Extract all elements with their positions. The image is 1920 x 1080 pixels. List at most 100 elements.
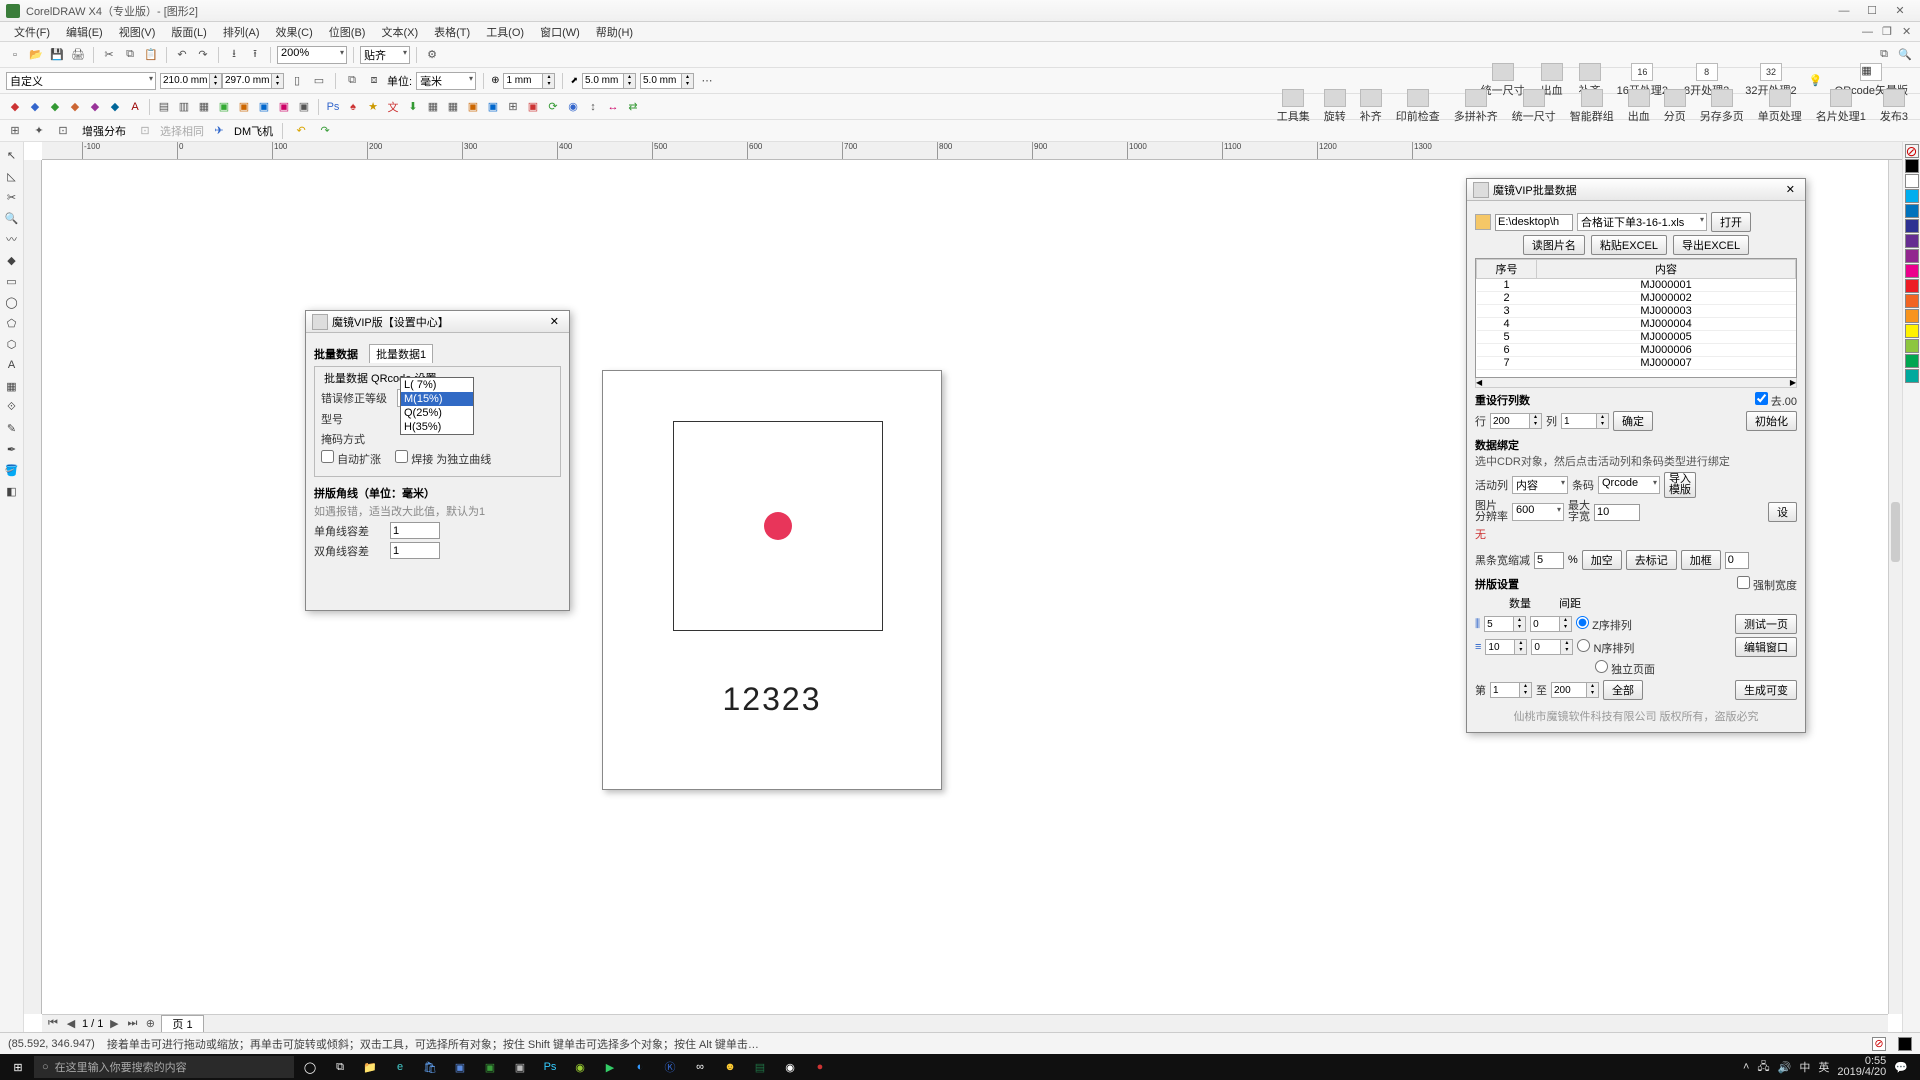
menu-table[interactable]: 表格(T) [426, 24, 478, 40]
p-icon-12[interactable]: ▣ [235, 98, 253, 116]
ruler-vertical[interactable] [24, 160, 42, 1014]
menu-tools[interactable]: 工具(O) [478, 24, 532, 40]
to-input[interactable] [1551, 682, 1587, 698]
cols-input[interactable] [1561, 413, 1597, 429]
ellipse-tool-icon[interactable]: ◯ [3, 293, 21, 311]
gap-h-input[interactable] [1530, 616, 1560, 632]
interactive-fill-icon[interactable]: ◧ [3, 482, 21, 500]
outline-indicator[interactable] [1898, 1037, 1912, 1051]
n-order-radio[interactable]: N序排列 [1577, 639, 1634, 656]
p-icon-7[interactable]: A [126, 98, 144, 116]
maximize-button[interactable]: ☐ [1858, 4, 1886, 17]
menu-file[interactable]: 文件(F) [6, 24, 58, 40]
qty-v-spin[interactable]: ▴▾ [1485, 639, 1527, 655]
tb-app8-icon[interactable]: Ⓚ [656, 1056, 684, 1078]
tb-edge-icon[interactable]: e [386, 1056, 414, 1078]
page-prev[interactable]: ◀ [64, 1017, 78, 1030]
page-tab-1[interactable]: 页 1 [161, 1015, 203, 1032]
taskbar-clock[interactable]: 0:55 2019/4/20 [1837, 1056, 1886, 1078]
single-tol-input[interactable] [390, 522, 440, 539]
menu-arrange[interactable]: 排列(A) [215, 24, 268, 40]
menu-view[interactable]: 视图(V) [111, 24, 164, 40]
snap-combo[interactable]: 贴齐 [360, 46, 410, 64]
tb-app10-icon[interactable]: ☻ [716, 1056, 744, 1078]
edit-window-button[interactable]: 编辑窗口 [1735, 637, 1797, 657]
open-icon[interactable]: 📂 [27, 46, 45, 64]
bulb-icon[interactable]: 💡 [1807, 72, 1825, 90]
tb-app5-icon[interactable]: ◉ [566, 1056, 594, 1078]
p-icon-14[interactable]: ▣ [275, 98, 293, 116]
color-swatch[interactable] [1905, 339, 1919, 353]
import-icon[interactable]: ⭳ [225, 46, 243, 64]
p-icon-11[interactable]: ▣ [215, 98, 233, 116]
batch-panel-header[interactable]: 魔镜VIP批量数据 ✕ [1467, 179, 1805, 201]
rows-input[interactable] [1490, 413, 1530, 429]
shrink-input[interactable] [1534, 552, 1564, 569]
page-width-spin[interactable]: ▴▾ [160, 73, 222, 89]
table-row[interactable]: 5MJ000005 [1477, 331, 1796, 344]
preset-combo[interactable]: 自定义 [6, 72, 156, 90]
text-tool-icon[interactable]: A [3, 356, 21, 374]
tb-store-icon[interactable]: 🛍 [416, 1056, 444, 1078]
addframe-button[interactable]: 加框 [1681, 550, 1721, 570]
table-row[interactable]: 2MJ000002 [1477, 292, 1796, 305]
p-icon-2[interactable]: ◆ [26, 98, 44, 116]
notifications-icon[interactable]: 💬 [1894, 1061, 1908, 1074]
active-col-combo[interactable]: 内容 [1512, 476, 1568, 494]
p-icon-10[interactable]: ▦ [195, 98, 213, 116]
page-add[interactable]: ⊕ [143, 1017, 157, 1030]
ruler-horizontal[interactable]: -100010020030040050060070080090010001100… [42, 142, 1902, 160]
all-button[interactable]: 全部 [1603, 680, 1643, 700]
p-icon-3[interactable]: ◆ [46, 98, 64, 116]
tb-app1-icon[interactable]: ▣ [446, 1056, 474, 1078]
undo-icon[interactable]: ↶ [173, 46, 191, 64]
color-swatch[interactable] [1905, 354, 1919, 368]
table-hscroll[interactable]: ◀▶ [1475, 378, 1797, 388]
big2-multifill[interactable]: 多拼补齐 [1448, 89, 1504, 124]
system-tray[interactable]: ˄ 🖧 🔊 中 英 0:55 2019/4/20 💬 [1735, 1056, 1916, 1078]
paste-excel-button[interactable]: 粘贴EXCEL [1591, 235, 1667, 255]
p-icon-28[interactable]: ◉ [564, 98, 582, 116]
table-row[interactable]: 6MJ000006 [1477, 344, 1796, 357]
p-icon-16[interactable]: Ps [324, 98, 342, 116]
copy-icon[interactable]: ⧉ [121, 46, 139, 64]
settings-tab[interactable]: 批量数据1 [369, 344, 433, 363]
tb-ps-icon[interactable]: Ps [536, 1056, 564, 1078]
redo2-icon[interactable]: ↷ [316, 122, 334, 140]
nudge-input[interactable] [503, 73, 543, 89]
p-icon-27[interactable]: ⟳ [544, 98, 562, 116]
tray-lang1[interactable]: 中 [1799, 1059, 1810, 1075]
unit-combo[interactable]: 毫米 [416, 72, 476, 90]
r5-icon-2[interactable]: ✦ [30, 122, 48, 140]
init-button[interactable]: 初始化 [1746, 411, 1797, 431]
tb-app3-icon[interactable]: ▣ [506, 1056, 534, 1078]
import-tpl-button[interactable]: 导入 模版 [1664, 472, 1696, 498]
addframe-input[interactable] [1725, 552, 1749, 569]
r5-icon-4[interactable]: ⊡ [136, 122, 154, 140]
options-icon[interactable]: ⚙ [423, 46, 441, 64]
error-opt-h[interactable]: H(35%) [401, 420, 473, 434]
p-icon-15[interactable]: ▣ [295, 98, 313, 116]
to-spin[interactable]: ▴▾ [1551, 682, 1599, 698]
tb-app6-icon[interactable]: ▶ [596, 1056, 624, 1078]
paste-icon[interactable]: 📋 [142, 46, 160, 64]
table-row[interactable]: 1MJ000001 [1477, 279, 1796, 292]
page-last[interactable]: ⏭ [125, 1017, 139, 1030]
color-swatch[interactable] [1905, 159, 1919, 173]
portrait-icon[interactable]: ▯ [288, 72, 306, 90]
blend-tool-icon[interactable]: ⟐ [3, 398, 21, 416]
generate-button[interactable]: 生成可变 [1735, 680, 1797, 700]
big2-preflight[interactable]: 印前检查 [1390, 89, 1446, 124]
mdi-close[interactable]: ✕ [1894, 25, 1914, 38]
file-combo[interactable]: 合格证下单3-16-1.xls [1577, 213, 1707, 231]
freehand-tool-icon[interactable]: 〰 [3, 230, 21, 248]
indep-page-radio[interactable]: 独立页面 [1595, 660, 1655, 677]
menu-window[interactable]: 窗口(W) [532, 24, 588, 40]
big2-paginate[interactable]: 分页 [1658, 89, 1692, 124]
dupy-spin[interactable]: ▴▾ [640, 73, 694, 89]
color-swatch[interactable] [1905, 279, 1919, 293]
cortana-icon[interactable]: ◯ [296, 1056, 324, 1078]
color-swatch[interactable] [1905, 249, 1919, 263]
auto-expand-check[interactable]: 自动扩涨 [321, 450, 381, 467]
zoom-tool-icon[interactable]: 🔍 [3, 209, 21, 227]
